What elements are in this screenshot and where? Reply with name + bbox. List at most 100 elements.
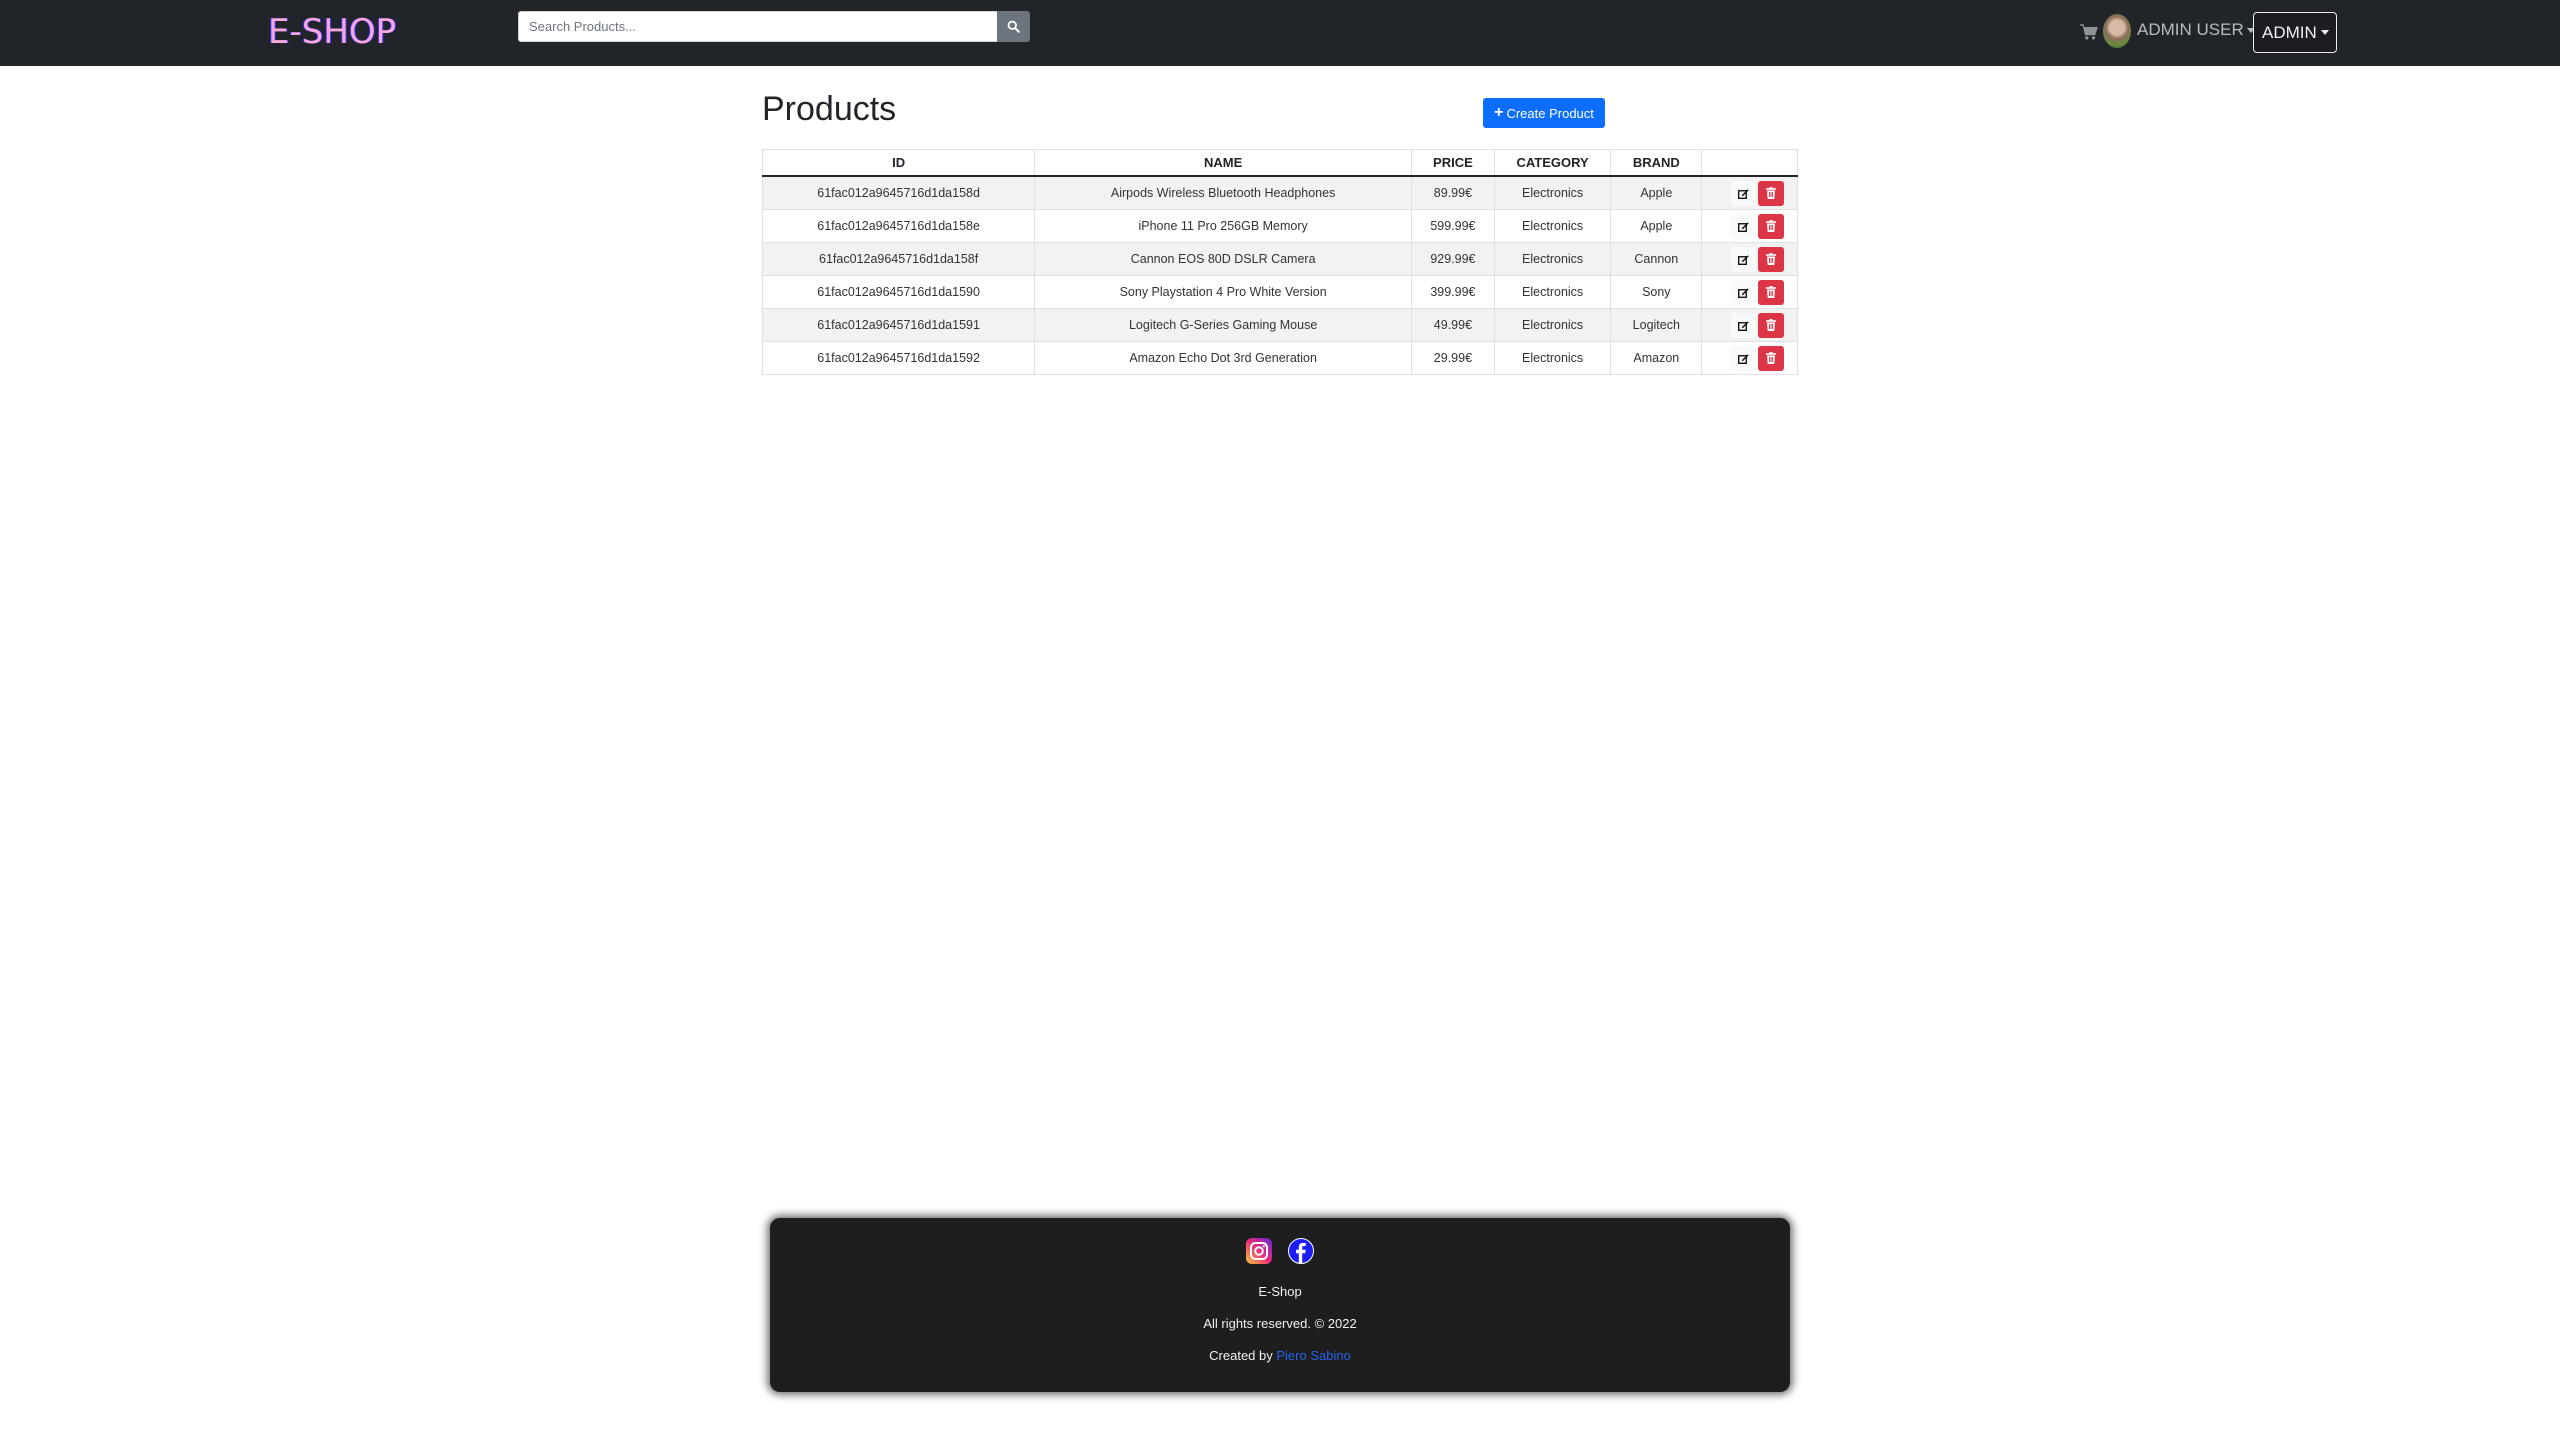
facebook-icon[interactable] xyxy=(1288,1238,1314,1264)
create-product-button[interactable]: + Create Product xyxy=(1483,98,1605,128)
cell-price: 929.99€ xyxy=(1411,242,1495,276)
column-header-name: NAME xyxy=(1034,149,1413,177)
table-row: 61fac012a9645716d1da1591 Logitech G-Serie… xyxy=(761,308,1798,342)
table-row: 61fac012a9645716d1da158e iPhone 11 Pro 25… xyxy=(761,209,1798,243)
footer-brand: E-Shop xyxy=(1258,1284,1302,1299)
edit-button[interactable] xyxy=(1730,345,1756,371)
row-actions xyxy=(1702,246,1797,272)
cell-category: Electronics xyxy=(1493,275,1612,309)
cell-category: Electronics xyxy=(1493,242,1612,276)
trash-icon xyxy=(1765,352,1776,364)
cell-price: 599.99€ xyxy=(1411,209,1495,243)
cell-name: iPhone 11 Pro 256GB Memory xyxy=(1034,209,1413,243)
edit-button[interactable] xyxy=(1730,180,1756,206)
row-actions xyxy=(1702,213,1797,239)
cell-price: 29.99€ xyxy=(1411,341,1495,375)
cell-actions xyxy=(1701,341,1798,375)
edit-button[interactable] xyxy=(1730,279,1756,305)
cell-actions xyxy=(1701,275,1798,309)
cell-brand: Cannon xyxy=(1610,242,1703,276)
edit-icon xyxy=(1737,188,1749,199)
column-header-id: ID xyxy=(761,149,1036,177)
table-row: 61fac012a9645716d1da1592 Amazon Echo Dot … xyxy=(761,341,1798,375)
products-table: ID NAME PRICE CATEGORY BRAND 61fac012a96… xyxy=(761,149,1798,375)
cell-name: Logitech G-Series Gaming Mouse xyxy=(1034,308,1413,342)
delete-button[interactable] xyxy=(1757,279,1784,305)
edit-icon xyxy=(1737,221,1749,232)
edit-button[interactable] xyxy=(1730,246,1756,272)
cell-id: 61fac012a9645716d1da158e xyxy=(761,209,1036,243)
cell-name: Amazon Echo Dot 3rd Generation xyxy=(1034,341,1413,375)
instagram-glyph xyxy=(1250,1242,1268,1260)
delete-button[interactable] xyxy=(1757,312,1784,338)
edit-button[interactable] xyxy=(1730,312,1756,338)
cell-brand: Logitech xyxy=(1610,308,1703,342)
plus-icon: + xyxy=(1494,104,1504,121)
cell-id: 61fac012a9645716d1da1590 xyxy=(761,275,1036,309)
trash-icon xyxy=(1765,220,1776,232)
delete-button[interactable] xyxy=(1757,345,1784,371)
footer-created-by: Created by xyxy=(1209,1348,1273,1363)
edit-icon xyxy=(1737,353,1749,364)
footer-credits: Created by Piero Sabino xyxy=(770,1348,1790,1363)
trash-icon xyxy=(1765,187,1776,199)
facebook-glyph xyxy=(1296,1242,1306,1263)
column-header-price: PRICE xyxy=(1411,149,1495,177)
row-actions xyxy=(1702,180,1797,206)
table-header-row: ID NAME PRICE CATEGORY BRAND xyxy=(761,149,1798,177)
search-button[interactable] xyxy=(997,11,1030,42)
cell-brand: Apple xyxy=(1610,209,1703,243)
search-input[interactable] xyxy=(518,11,998,42)
cell-actions xyxy=(1701,242,1798,276)
column-header-actions xyxy=(1701,149,1798,177)
cell-actions xyxy=(1701,175,1798,210)
cell-category: Electronics xyxy=(1493,308,1612,342)
cell-id: 61fac012a9645716d1da1591 xyxy=(761,308,1036,342)
chevron-down-icon xyxy=(2320,30,2329,35)
footer-rights: All rights reserved. © 2022 xyxy=(1203,1316,1357,1331)
admin-menu-label: ADMIN xyxy=(2262,22,2317,42)
edit-icon xyxy=(1737,320,1749,331)
admin-menu-dropdown[interactable]: ADMIN xyxy=(2253,12,2337,53)
edit-icon xyxy=(1737,287,1749,298)
create-product-label: Create Product xyxy=(1506,105,1594,121)
cart-icon[interactable] xyxy=(2080,23,2098,41)
cell-actions xyxy=(1701,209,1798,243)
column-header-category: CATEGORY xyxy=(1493,149,1612,177)
cell-brand: Sony xyxy=(1610,275,1703,309)
brand-logo[interactable]: E-SHOP xyxy=(268,12,396,52)
cell-name: Sony Playstation 4 Pro White Version xyxy=(1034,275,1413,309)
delete-button[interactable] xyxy=(1757,180,1784,206)
cell-price: 89.99€ xyxy=(1411,175,1495,210)
table-row: 61fac012a9645716d1da1590 Sony Playstation… xyxy=(761,275,1798,309)
table-row: 61fac012a9645716d1da158f Cannon EOS 80D D… xyxy=(761,242,1798,276)
trash-icon xyxy=(1765,286,1776,298)
table-row: 61fac012a9645716d1da158d Airpods Wireless… xyxy=(761,175,1798,210)
instagram-icon[interactable] xyxy=(1246,1238,1272,1264)
cell-name: Airpods Wireless Bluetooth Headphones xyxy=(1034,175,1413,210)
search-icon xyxy=(1007,20,1020,33)
delete-button[interactable] xyxy=(1757,246,1784,272)
edit-icon xyxy=(1737,254,1749,265)
author-link[interactable]: Piero Sabino xyxy=(1276,1348,1350,1363)
cell-id: 61fac012a9645716d1da158f xyxy=(761,242,1036,276)
cell-category: Electronics xyxy=(1493,209,1612,243)
page-title: Products xyxy=(762,90,897,128)
edit-button[interactable] xyxy=(1730,213,1756,239)
trash-icon xyxy=(1765,253,1776,265)
row-actions xyxy=(1702,312,1797,338)
cell-brand: Amazon xyxy=(1610,341,1703,375)
cell-name: Cannon EOS 80D DSLR Camera xyxy=(1034,242,1413,276)
user-menu-label: ADMIN USER xyxy=(2137,20,2244,39)
cell-category: Electronics xyxy=(1493,175,1612,210)
user-menu-dropdown[interactable]: ADMIN USER xyxy=(2137,20,2255,40)
social-links xyxy=(770,1238,1790,1264)
navbar: E-SHOP ADMIN USER ADMIN xyxy=(0,0,2560,66)
cell-actions xyxy=(1701,308,1798,342)
row-actions xyxy=(1702,279,1797,305)
cell-category: Electronics xyxy=(1493,341,1612,375)
cell-id: 61fac012a9645716d1da1592 xyxy=(761,341,1036,375)
user-avatar[interactable] xyxy=(2103,14,2131,48)
delete-button[interactable] xyxy=(1757,213,1784,239)
cell-brand: Apple xyxy=(1610,175,1703,210)
